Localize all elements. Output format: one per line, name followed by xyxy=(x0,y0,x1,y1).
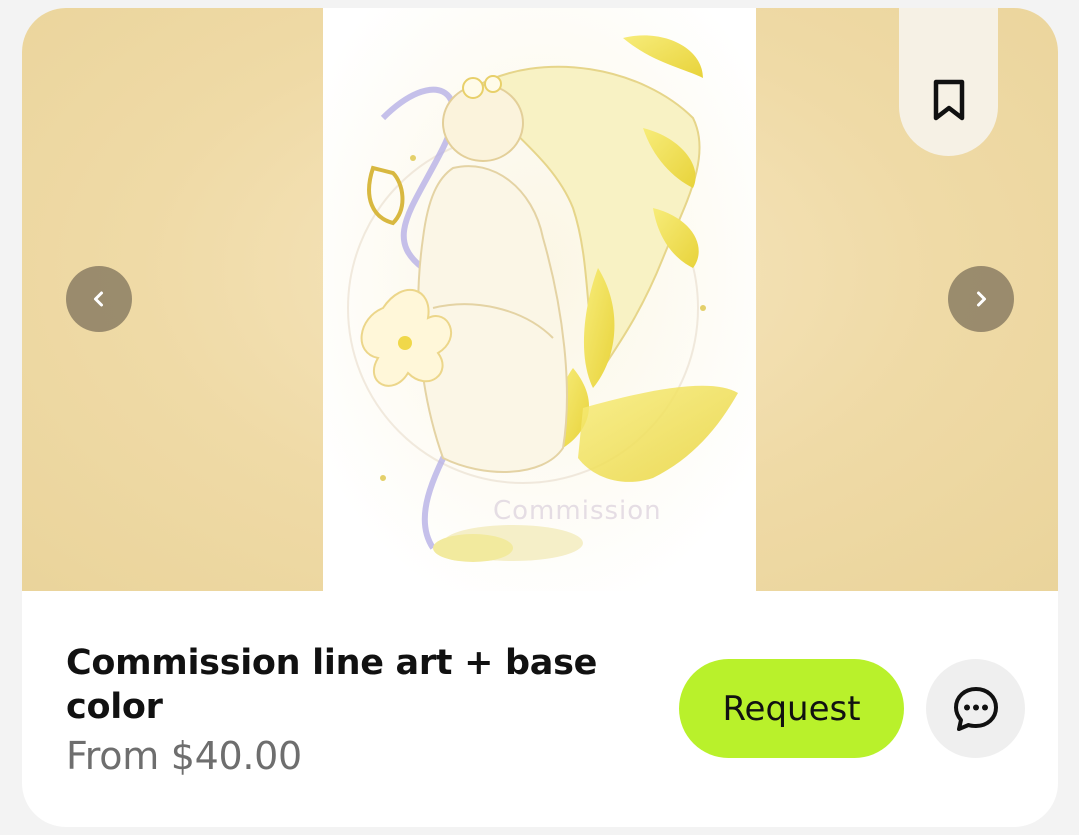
bookmark-button[interactable] xyxy=(899,8,998,156)
listing-card: Commission Commission line art + base co… xyxy=(22,8,1058,827)
chevron-right-icon xyxy=(977,291,986,307)
image-carousel[interactable]: Commission xyxy=(22,8,1058,591)
previous-image-button[interactable] xyxy=(66,266,132,332)
listing-info: Commission line art + base color From $4… xyxy=(22,591,1058,827)
message-button[interactable] xyxy=(926,659,1025,758)
artwork-image: Commission xyxy=(323,8,756,591)
chat-bubble-icon xyxy=(953,686,998,731)
request-button[interactable]: Request xyxy=(679,659,904,758)
listing-title: Commission line art + base color xyxy=(66,643,598,727)
image-watermark: Commission xyxy=(493,496,662,526)
chevron-left-icon xyxy=(94,291,103,307)
next-image-button[interactable] xyxy=(948,266,1014,332)
bookmark-icon xyxy=(933,79,964,121)
listing-price: From $40.00 xyxy=(66,734,302,778)
